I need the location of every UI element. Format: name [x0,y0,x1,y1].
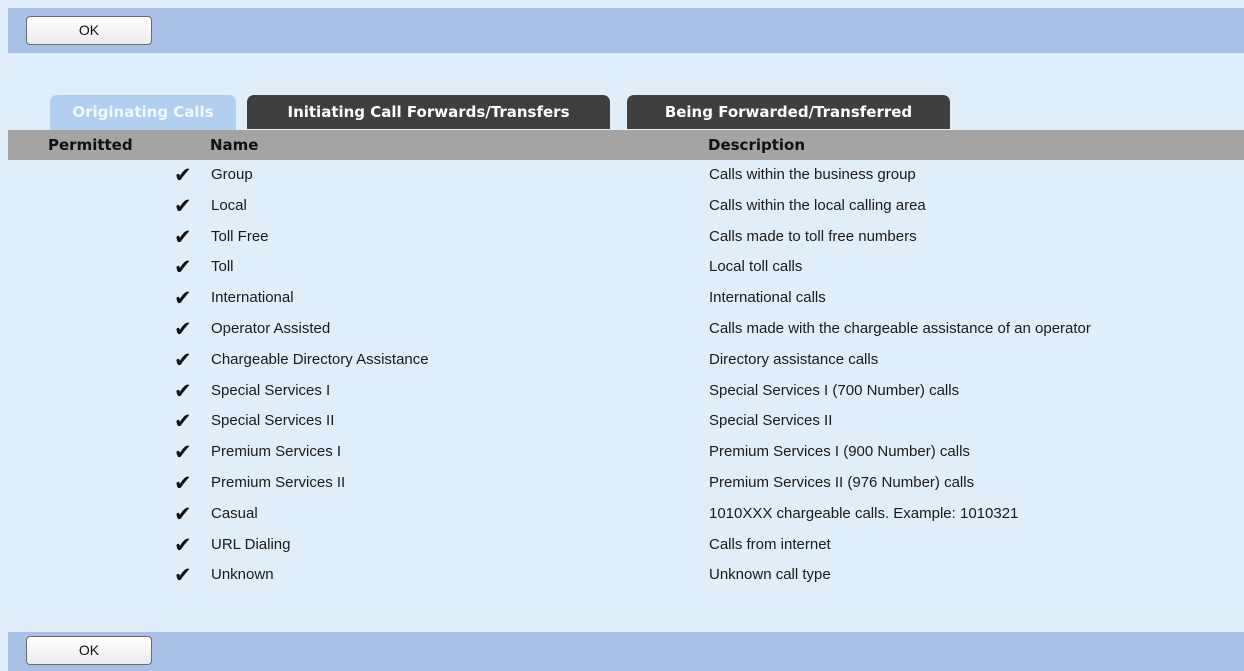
call-type-description: Calls from internet [709,535,831,553]
call-type-name: Toll Free [211,227,269,245]
main-content: Originating Calls Initiating Call Forwar… [8,53,1244,632]
call-type-name: International [211,289,294,307]
call-type-description: Premium Services I (900 Number) calls [709,443,970,461]
call-type-name: Special Services II [211,412,335,430]
call-type-description: Special Services II [709,412,833,430]
table-row: ✔ Local Calls within the local calling are… [8,191,1244,222]
header-name: Name [210,136,259,154]
call-type-name: Premium Services I [211,443,342,461]
permitted-check-icon[interactable]: ✔ [174,437,192,467]
call-type-name: Toll [211,258,234,276]
call-type-name: Group [211,166,253,183]
table-row: ✔ Chargeable Directory Assistance Director… [8,345,1244,376]
ok-button-bottom[interactable]: OK [26,636,152,665]
table-row: ✔ Toll Local toll calls [8,252,1244,283]
call-type-name: Special Services I [211,381,331,399]
permitted-check-icon[interactable]: ✔ [174,191,192,221]
call-type-description: Calls made with the chargeable assistanc… [709,319,1091,337]
table-row: ✔ Toll Free Calls made to toll free number… [8,222,1244,253]
table-row: ✔ Operator Assisted Calls made with the ch… [8,314,1244,345]
call-type-description: Calls within the local calling area [709,196,926,214]
header-description: Description [708,136,806,154]
tab-being-forwarded-transferred[interactable]: Being Forwarded/Transferred [627,95,950,129]
tab-initiating-call-forwards-transfers[interactable]: Initiating Call Forwards/Transfers [247,95,610,129]
call-type-description: Premium Services II (976 Number) calls [709,473,975,491]
permitted-check-icon[interactable]: ✔ [174,160,192,190]
top-toolbar: OK [8,8,1244,53]
permitted-check-icon[interactable]: ✔ [174,376,192,406]
call-type-name: Local [211,196,247,214]
table-row: ✔ Special Services II Special Services II [8,406,1244,437]
permitted-check-icon[interactable]: ✔ [174,406,192,436]
permitted-check-icon[interactable]: ✔ [174,560,192,590]
permitted-check-icon[interactable]: ✔ [174,345,192,375]
call-type-description: Special Services I (700 Number) calls [709,381,960,399]
call-type-name: Operator Assisted [211,319,331,337]
call-type-description: Local toll calls [709,258,803,276]
permitted-check-icon[interactable]: ✔ [174,314,192,344]
call-type-name: URL Dialing [211,535,291,553]
table-header: Permitted Name Description [8,130,1244,160]
call-type-description: Unknown call type [709,566,831,584]
permitted-check-icon[interactable]: ✔ [174,252,192,282]
tab-originating-calls[interactable]: Originating Calls [50,95,236,131]
permitted-check-icon[interactable]: ✔ [174,283,192,313]
call-type-description: Directory assistance calls [709,350,879,368]
call-type-name: Chargeable Directory Assistance [211,350,429,368]
call-type-description: 1010XXX chargeable calls. Example: 10103… [709,504,1019,522]
call-type-description: International calls [709,289,826,307]
table-row: ✔ Group Calls within the business group [8,160,1244,191]
permitted-check-icon[interactable]: ✔ [174,222,192,252]
permitted-check-icon[interactable]: ✔ [174,499,192,529]
call-type-list: ✔ Group Calls within the business group ✔ Lo… [8,160,1244,591]
permitted-check-icon[interactable]: ✔ [174,530,192,560]
table-row: ✔ Casual 1010XXX chargeable calls. Example… [8,499,1244,530]
call-type-name: Casual [211,504,258,522]
call-type-description: Calls within the business group [709,166,916,183]
permitted-check-icon[interactable]: ✔ [174,468,192,498]
table-row: ✔ International International calls [8,283,1244,314]
ok-button-top[interactable]: OK [26,16,152,45]
table-row: ✔ Special Services I Special Services I (7… [8,376,1244,407]
table-row: ✔ Premium Services II Premium Services II … [8,468,1244,499]
header-permitted: Permitted [48,136,133,154]
table-row: ✔ URL Dialing Calls from internet [8,530,1244,561]
table-row: ✔ Unknown Unknown call type [8,560,1244,591]
table-row: ✔ Premium Services I Premium Services I (9… [8,437,1244,468]
call-type-name: Unknown [211,566,274,584]
call-type-name: Premium Services II [211,473,346,491]
call-type-description: Calls made to toll free numbers [709,227,917,245]
bottom-toolbar: OK [8,632,1244,671]
